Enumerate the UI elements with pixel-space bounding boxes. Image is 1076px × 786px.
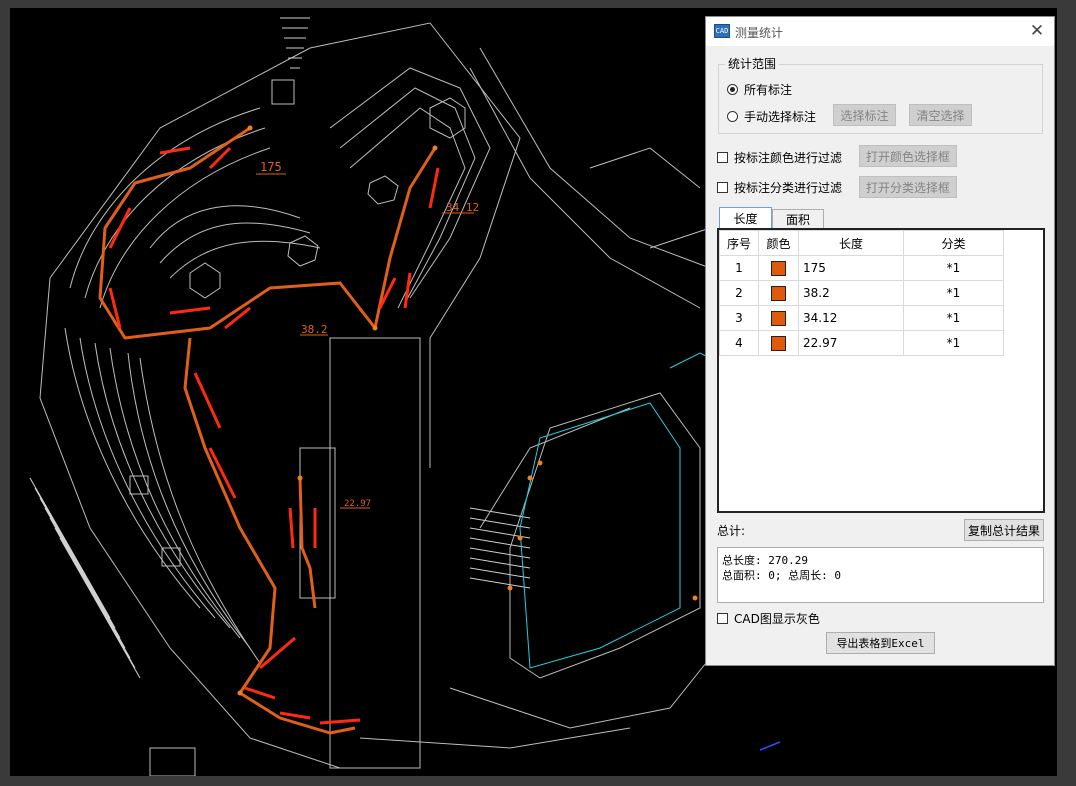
- summary-total-area: 总面积: 0; 总周长: 0: [722, 569, 841, 582]
- cad-gray-label: CAD图显示灰色: [734, 612, 820, 626]
- table-row[interactable]: 3 34.12 *1: [719, 305, 1004, 331]
- table-row[interactable]: 4 22.97 *1: [719, 330, 1004, 356]
- row-length: 38.2: [798, 280, 904, 306]
- row-category: *1: [903, 255, 1004, 281]
- row-color-cell: [758, 280, 799, 306]
- select-annotations-button[interactable]: 选择标注: [833, 104, 896, 126]
- col-header-index[interactable]: 序号: [719, 230, 759, 256]
- row-index: 1: [719, 255, 759, 281]
- row-index: 3: [719, 305, 759, 331]
- table-header-row: 序号 颜色 长度 分类: [719, 230, 1004, 256]
- clear-selection-button[interactable]: 清空选择: [909, 104, 972, 126]
- label-175: 175: [260, 160, 282, 174]
- dialog-titlebar[interactable]: CAD 测量统计 ✕: [706, 17, 1054, 46]
- arrows: [108, 146, 440, 725]
- row-color-cell: [758, 255, 799, 281]
- filter-color-checkbox[interactable]: [717, 152, 728, 163]
- table-row[interactable]: 2 38.2 *1: [719, 280, 1004, 306]
- color-swatch: [771, 285, 786, 301]
- scope-legend: 统计范围: [725, 55, 780, 72]
- filter-color-label: 按标注颜色进行过滤: [734, 151, 843, 165]
- radio-all-label: 所有标注: [744, 83, 793, 97]
- row-length: 22.97: [798, 330, 904, 356]
- export-excel-button[interactable]: 导出表格到Excel: [826, 632, 935, 654]
- tab-length[interactable]: 长度: [719, 207, 772, 229]
- col-header-color[interactable]: 颜色: [758, 230, 799, 256]
- summary-textbox[interactable]: 总长度: 270.29 总面积: 0; 总周长: 0: [717, 547, 1044, 603]
- col-header-length[interactable]: 长度: [798, 230, 904, 256]
- summary-label: 总计:: [717, 524, 746, 538]
- filter-category-checkbox[interactable]: [717, 182, 728, 193]
- row-category: *1: [903, 330, 1004, 356]
- terrain-linework: [29, 17, 711, 776]
- label-38-2: 38.2: [301, 323, 328, 336]
- color-swatch: [771, 260, 786, 276]
- col-header-category[interactable]: 分类: [903, 230, 1004, 256]
- filter-by-color[interactable]: 按标注颜色进行过滤: [717, 149, 842, 166]
- color-swatch: [771, 335, 786, 351]
- row-category: *1: [903, 280, 1004, 306]
- open-category-picker-button[interactable]: 打开分类选择框: [859, 176, 957, 198]
- row-color-cell: [758, 330, 799, 356]
- copy-summary-button[interactable]: 复制总计结果: [964, 519, 1044, 541]
- cyan-outline: [519, 352, 711, 669]
- radio-manual-label: 手动选择标注: [744, 110, 817, 124]
- app-icon: CAD: [714, 24, 730, 38]
- open-color-picker-button[interactable]: 打开颜色选择框: [859, 145, 957, 167]
- row-index: 4: [719, 330, 759, 356]
- cad-gray-toggle[interactable]: CAD图显示灰色: [717, 610, 820, 627]
- color-swatch: [771, 310, 786, 326]
- radio-manual-select[interactable]: 手动选择标注: [727, 108, 816, 125]
- table-row[interactable]: 1 175 *1: [719, 255, 1004, 281]
- radio-all-annotations[interactable]: 所有标注: [727, 81, 792, 98]
- measure-statistics-dialog: CAD 测量统计 ✕ 统计范围 所有标注 手动选择标注 选择标注 清空选择 按标…: [705, 16, 1055, 666]
- filter-by-category[interactable]: 按标注分类进行过滤: [717, 179, 842, 196]
- blue-segment: [759, 741, 781, 751]
- row-index: 2: [719, 280, 759, 306]
- radio-manual-indicator[interactable]: [727, 111, 738, 122]
- measure-labels: 175 38.2 34.12 22.97: [260, 160, 479, 509]
- label-22-97: 22.97: [344, 499, 371, 509]
- row-category: *1: [903, 305, 1004, 331]
- tab-area[interactable]: 面积: [772, 209, 824, 229]
- filter-category-label: 按标注分类进行过滤: [734, 181, 843, 195]
- measure-polylines: [98, 126, 437, 735]
- radio-all-indicator[interactable]: [727, 84, 738, 95]
- dialog-title: 测量统计: [735, 26, 784, 40]
- row-color-cell: [758, 305, 799, 331]
- cad-gray-checkbox[interactable]: [717, 613, 728, 624]
- label-underlines: [256, 173, 474, 509]
- row-length: 34.12: [798, 305, 904, 331]
- length-table: 序号 颜色 长度 分类 1 175 *1 2 38.2 *1 3 34.12 *…: [719, 230, 1004, 356]
- close-icon[interactable]: ✕: [1026, 21, 1048, 41]
- summary-total-length: 总长度: 270.29: [722, 554, 808, 567]
- row-length: 175: [798, 255, 904, 281]
- label-34-12: 34.12: [446, 201, 479, 214]
- length-table-panel: 序号 颜色 长度 分类 1 175 *1 2 38.2 *1 3 34.12 *…: [717, 228, 1045, 513]
